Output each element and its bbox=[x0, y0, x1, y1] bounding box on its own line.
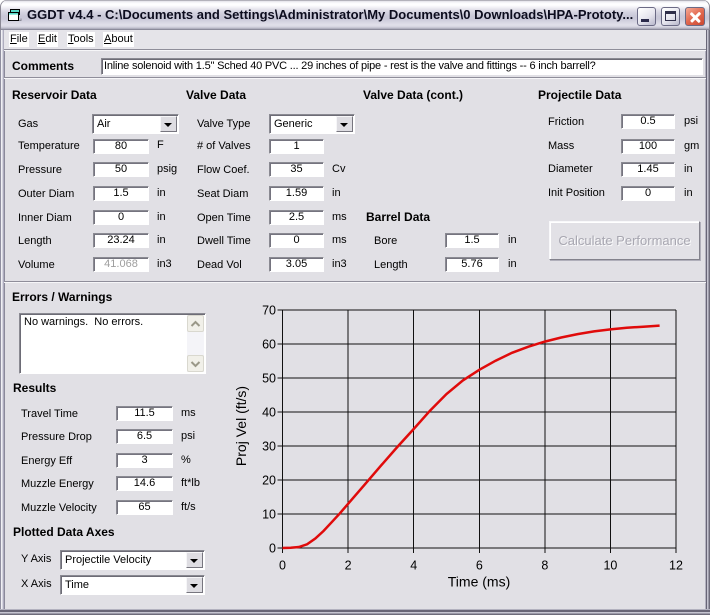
svg-text:Proj Vel (ft/s): Proj Vel (ft/s) bbox=[233, 386, 249, 466]
svg-text:0: 0 bbox=[269, 542, 276, 556]
svg-text:Time (ms): Time (ms) bbox=[448, 574, 510, 590]
svg-text:50: 50 bbox=[262, 372, 276, 386]
svg-text:0: 0 bbox=[279, 559, 286, 573]
svg-text:20: 20 bbox=[262, 474, 276, 488]
svg-text:2: 2 bbox=[345, 559, 352, 573]
svg-text:6: 6 bbox=[476, 559, 483, 573]
svg-text:30: 30 bbox=[262, 440, 276, 454]
svg-text:12: 12 bbox=[669, 559, 683, 573]
svg-text:10: 10 bbox=[262, 508, 276, 522]
svg-text:4: 4 bbox=[410, 559, 417, 573]
svg-text:10: 10 bbox=[603, 559, 617, 573]
svg-text:60: 60 bbox=[262, 338, 276, 352]
svg-text:70: 70 bbox=[262, 304, 276, 318]
svg-text:8: 8 bbox=[541, 559, 548, 573]
svg-text:40: 40 bbox=[262, 406, 276, 420]
